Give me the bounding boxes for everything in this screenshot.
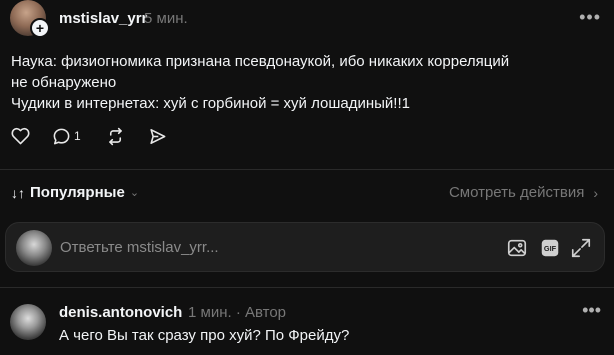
reply-body: А чего Вы так сразу про хуй? По Фрейду? <box>59 327 350 344</box>
sort-dropdown[interactable]: ↓↑ Популярные ⌄ <box>11 184 139 201</box>
reply-button[interactable]: 1 <box>52 126 81 146</box>
post-timestamp: 5 мин. <box>144 10 188 27</box>
reply-author-avatar[interactable] <box>10 304 46 340</box>
expand-composer-button[interactable] <box>570 237 592 259</box>
like-button[interactable] <box>11 126 30 146</box>
post-line: Наука: физиогномика признана псевдонауко… <box>11 53 510 70</box>
heart-icon <box>11 127 30 145</box>
image-icon <box>507 239 527 257</box>
svg-text:GIF: GIF <box>544 244 557 253</box>
post-body: Наука: физиогномика признана псевдонауко… <box>11 51 601 114</box>
attach-gif-button[interactable]: GIF <box>539 237 561 259</box>
reply-more-icon[interactable]: ••• <box>582 301 601 319</box>
reply-input[interactable] <box>60 237 480 257</box>
view-activity-label: Смотреть действия <box>448 184 585 201</box>
thread-page: + mstislav_yrr 5 мин. ••• Наука: физиогн… <box>0 0 614 355</box>
chevron-down-icon: ⌄ <box>129 187 140 199</box>
share-icon <box>150 128 166 144</box>
divider <box>0 287 614 288</box>
sort-label: Популярные <box>30 184 125 201</box>
divider <box>0 169 614 170</box>
repost-icon <box>109 127 122 145</box>
current-user-avatar <box>16 230 52 266</box>
post-line: Чудики в интернетах: хуй с горбиной = ху… <box>11 95 410 112</box>
comment-icon <box>53 128 70 144</box>
reply-count: 1 <box>74 129 81 143</box>
reply-composer[interactable]: GIF <box>5 222 605 272</box>
view-activity-link[interactable]: Смотреть действия › <box>449 184 598 201</box>
sort-arrows-icon: ↓↑ <box>11 184 25 201</box>
repost-button[interactable] <box>106 126 125 146</box>
post-author-username[interactable]: mstislav_yrr <box>59 10 147 27</box>
post-more-icon[interactable]: ••• <box>579 8 601 26</box>
post-author-avatar[interactable]: + <box>10 0 50 38</box>
expand-icon <box>571 238 591 258</box>
attach-image-button[interactable] <box>506 237 528 259</box>
follow-plus-icon[interactable]: + <box>30 18 50 38</box>
reply-meta: 1 мин. · Автор <box>188 304 287 321</box>
share-button[interactable] <box>148 126 167 146</box>
post-line: не обнаружено <box>11 74 117 91</box>
gif-icon: GIF <box>541 239 559 257</box>
chevron-right-icon: › <box>593 184 598 201</box>
reply-author-username[interactable]: denis.antonovich <box>59 304 182 321</box>
